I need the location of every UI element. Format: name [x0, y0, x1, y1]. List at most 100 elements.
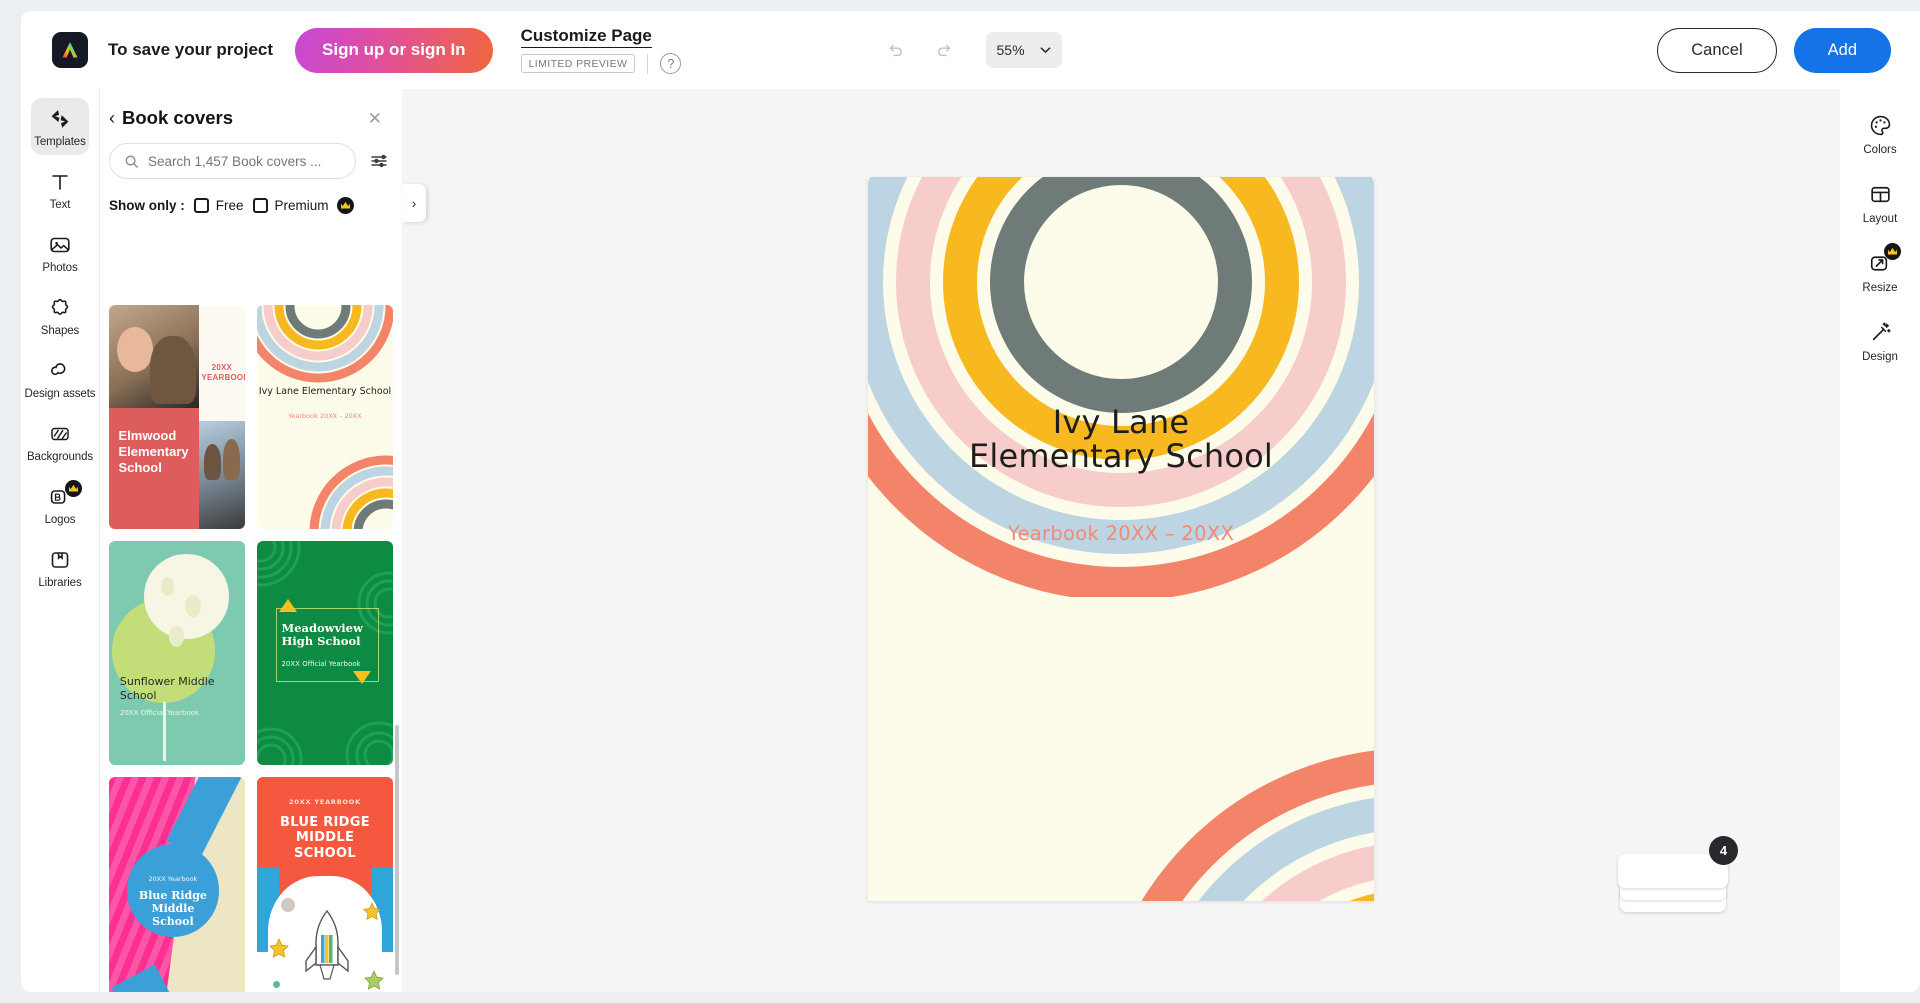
page-subtitle: Yearbook 20XX – 20XX [1007, 522, 1235, 545]
premium-crown-icon [65, 480, 82, 497]
page-count-badge: 4 [1709, 836, 1738, 865]
chevron-down-icon [1040, 47, 1050, 54]
right-sidebar-item-label: Resize [1862, 282, 1898, 294]
template-thumbnail-meadowview[interactable]: Meadowview High School 20XX Official Yea… [257, 541, 393, 765]
page-title-line2: Elementary School [969, 437, 1273, 476]
template-year-label: 20XX YEARBOOK [201, 363, 245, 383]
right-sidebar-item-label: Design [1862, 351, 1898, 363]
sidebar-item-backgrounds[interactable]: Backgrounds [27, 413, 93, 470]
page-stack[interactable]: 4 [1618, 836, 1738, 912]
left-sidebar: Templates Text Photos Shapes Design asse… [21, 89, 99, 992]
color-palette-icon [1870, 115, 1890, 136]
magic-wand-design-icon [1872, 322, 1891, 341]
sidebar-item-label: Templates [34, 136, 86, 148]
design-page[interactable]: Ivy Lane Elementary School Yearbook 20XX… [868, 177, 1374, 901]
right-sidebar-item-layout[interactable]: Layout [1849, 172, 1911, 231]
sidebar-item-label: Backgrounds [26, 451, 94, 463]
premium-crown-icon [1884, 243, 1901, 260]
page-title: Ivy Lane Elementary School [868, 403, 1374, 476]
layout-icon [1870, 186, 1890, 203]
save-project-prompt: To save your project [108, 40, 274, 59]
panel-title: Book covers [122, 107, 234, 128]
top-bar: To save your project Sign up or sign In … [21, 11, 1920, 89]
right-sidebar-item-design[interactable]: Design [1849, 310, 1911, 369]
cancel-button[interactable]: Cancel [1657, 27, 1777, 73]
panel-expand-button[interactable]: › [402, 184, 426, 222]
template-subtitle: 20XX Official Yearbook [119, 709, 200, 717]
template-thumbnail-ivy-lane[interactable]: Ivy Lane Elementary School Yearbook 20XX… [257, 305, 393, 529]
rainbow-arc-bottom [1141, 750, 1374, 901]
sidebar-item-templates[interactable]: Templates [31, 98, 89, 155]
top-bar-actions: Cancel Add [1657, 27, 1891, 73]
right-sidebar: Colors Layout Resize Design [1840, 89, 1920, 992]
libraries-icon [51, 552, 69, 568]
filter-free-checkbox[interactable]: Free [193, 198, 244, 213]
document-meta-row: LIMITED PREVIEW ? [520, 53, 682, 74]
template-thumbnail-blue-ridge-rocket[interactable]: 20XX YEARBOOK BLUE RIDGE MIDDLE SCHOOL [257, 777, 393, 992]
premium-crown-icon [336, 197, 354, 214]
template-thumbnail-sunflower[interactable]: Sunflower Middle School 20XX Official Ye… [109, 541, 245, 765]
canvas-tools: 55% [880, 32, 1062, 68]
template-thumbnail-blue-ridge-pink[interactable]: 20XX Yearbook Blue Ridge Middle School [109, 777, 245, 992]
templates-panel: ‹ Book covers ✕ Show only : [99, 89, 402, 992]
zoom-level-dropdown[interactable]: 55% [985, 32, 1062, 68]
adobe-express-logo-icon[interactable] [52, 32, 88, 68]
sidebar-item-design-assets[interactable]: Design assets [25, 350, 96, 407]
sign-up-or-sign-in-button[interactable]: Sign up or sign In [295, 27, 493, 73]
template-school-name: BLUE RIDGE MIDDLE SCHOOL [280, 815, 370, 861]
text-icon [52, 175, 68, 190]
right-sidebar-item-resize[interactable]: Resize [1849, 241, 1911, 300]
sidebar-item-label: Libraries [38, 577, 82, 589]
checkbox-box [193, 198, 209, 213]
right-sidebar-item-colors[interactable]: Colors [1849, 103, 1911, 162]
show-only-filters: Show only : Free Premium [100, 179, 402, 214]
sidebar-item-label: Text [49, 199, 71, 211]
filter-sliders-icon[interactable] [369, 151, 389, 171]
right-sidebar-item-label: Colors [1863, 144, 1897, 156]
panel-scrollbar[interactable] [395, 725, 399, 975]
sidebar-item-label: Shapes [40, 325, 80, 337]
document-title-block: Customize Page LIMITED PREVIEW ? [520, 26, 682, 74]
page-title-line1: Ivy Lane [1052, 403, 1190, 441]
add-button[interactable]: Add [1793, 27, 1891, 73]
sidebar-item-label: Logos [44, 514, 76, 526]
checkbox-box [252, 198, 268, 213]
template-subtitle: Yearbook 20XX – 20XX [288, 411, 362, 420]
sidebar-item-photos[interactable]: Photos [31, 224, 89, 281]
panel-back-button[interactable]: ‹ Book covers [109, 107, 233, 129]
back-chevron-icon: ‹ [109, 108, 115, 128]
sidebar-item-label: Photos [42, 262, 78, 274]
panel-header: ‹ Book covers ✕ [100, 89, 402, 129]
redo-icon[interactable] [928, 34, 960, 66]
design-assets-icon [51, 363, 66, 376]
templates-grid: Elmwood Elementary School 20XX YEARBOOK [109, 295, 393, 992]
template-thumbnail-elmwood[interactable]: Elmwood Elementary School 20XX YEARBOOK [109, 305, 245, 529]
sidebar-item-text[interactable]: Text [31, 161, 89, 218]
photos-icon [50, 237, 70, 253]
filter-premium-checkbox[interactable]: Premium [252, 197, 354, 214]
app-root: To save your project Sign up or sign In … [0, 0, 1920, 1003]
document-title[interactable]: Customize Page [520, 26, 652, 48]
backgrounds-icon [51, 427, 69, 441]
templates-icon [51, 110, 69, 128]
search-input[interactable] [148, 153, 341, 169]
sidebar-item-shapes[interactable]: Shapes [31, 287, 89, 344]
template-school-name: Elmwood Elementary School [118, 428, 189, 475]
help-question-icon[interactable]: ? [660, 53, 682, 74]
canvas-area[interactable]: Ivy Lane Elementary School Yearbook 20XX… [402, 89, 1840, 992]
sidebar-item-label: Design assets [24, 388, 96, 400]
close-icon[interactable]: ✕ [368, 110, 382, 127]
template-school-name: Blue Ridge Middle School [138, 889, 207, 929]
search-box[interactable] [109, 143, 356, 179]
sidebar-item-libraries[interactable]: Libraries [31, 539, 89, 596]
template-school-name: Meadowview High School [281, 620, 363, 649]
template-school-name: Sunflower Middle School [119, 675, 215, 703]
undo-icon[interactable] [880, 34, 912, 66]
templates-grid-scroll[interactable]: Elmwood Elementary School 20XX YEARBOOK [100, 295, 402, 992]
template-year-label: 20XX YEARBOOK [289, 798, 361, 807]
template-subtitle: 20XX Official Yearbook [281, 659, 361, 668]
template-school-name: Ivy Lane Elementary School [258, 385, 392, 397]
template-subtitle: 20XX Yearbook [148, 874, 198, 883]
rocket-illustration-icon [305, 909, 349, 980]
sidebar-item-logos[interactable]: Logos [31, 476, 89, 533]
